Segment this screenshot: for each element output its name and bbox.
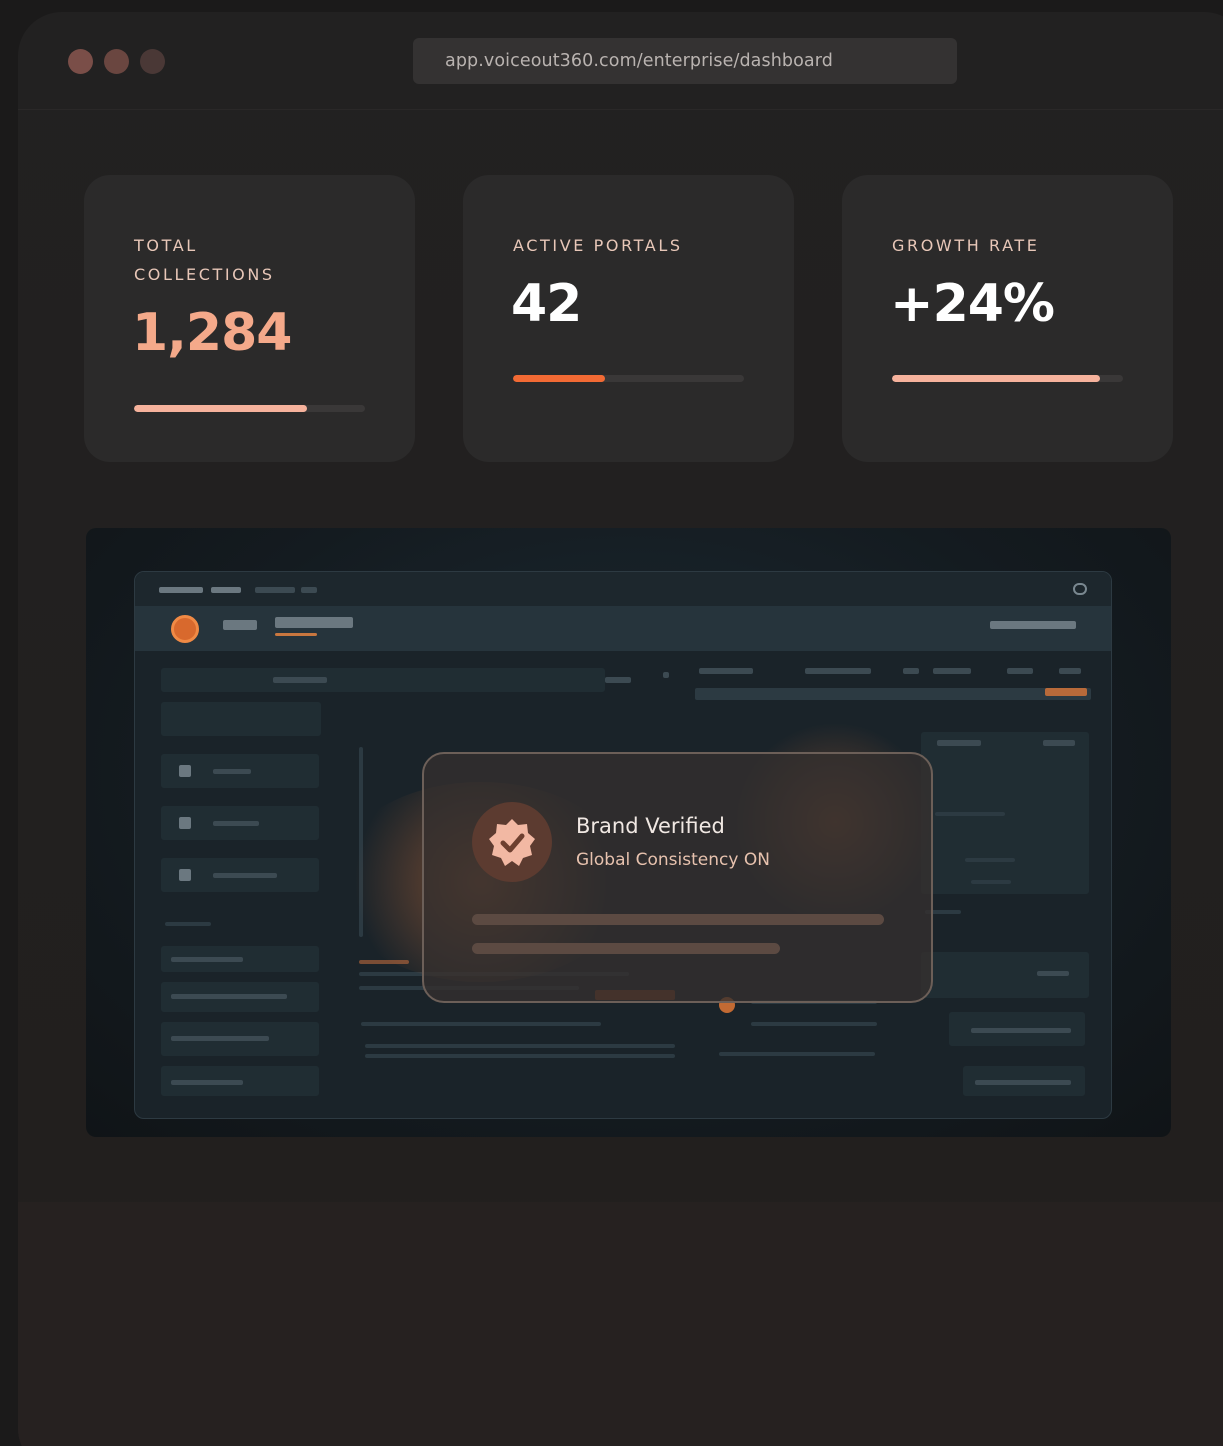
browser-window: app.voiceout360.com/enterprise/dashboard… <box>18 12 1223 1446</box>
stat-value: 1,284 <box>132 303 292 363</box>
close-dot[interactable] <box>68 49 93 74</box>
minimize-dot[interactable] <box>104 49 129 74</box>
preview-logo-icon <box>171 615 199 643</box>
stat-card-growth-rate: GROWTH RATE +24% <box>842 175 1173 462</box>
preview-app-bar <box>135 606 1111 651</box>
verified-badge-icon <box>489 819 535 866</box>
stat-label: ACTIVE PORTALS <box>513 236 683 255</box>
preview-window-icon <box>1073 583 1087 595</box>
stat-value: +24% <box>890 274 1055 334</box>
stat-progress-track <box>134 405 365 412</box>
modal-progress-bar <box>472 943 780 954</box>
stat-value: 42 <box>511 274 582 334</box>
stat-progress-track <box>513 375 744 382</box>
modal-progress-bar <box>472 914 884 925</box>
stat-card-active-portals: ACTIVE PORTALS 42 <box>463 175 794 462</box>
modal-title: Brand Verified <box>576 814 725 838</box>
stat-progress-track <box>892 375 1123 382</box>
stat-label: GROWTH RATE <box>892 236 1040 255</box>
maximize-dot[interactable] <box>140 49 165 74</box>
dashboard-preview: Brand Verified Global Consistency ON <box>86 528 1171 1137</box>
stat-label: TOTAL COLLECTIONS <box>134 236 275 284</box>
stat-progress-fill <box>134 405 308 412</box>
verified-badge <box>472 802 552 882</box>
modal-subtitle: Global Consistency ON <box>576 850 770 870</box>
stat-card-total-collections: TOTAL COLLECTIONS 1,284 <box>84 175 415 462</box>
address-bar[interactable]: app.voiceout360.com/enterprise/dashboard <box>413 38 957 84</box>
preview-top-strip <box>135 572 1111 606</box>
brand-verified-card: Brand Verified Global Consistency ON <box>422 752 933 1003</box>
preview-app-frame: Brand Verified Global Consistency ON <box>134 571 1112 1119</box>
stat-progress-fill <box>892 375 1100 382</box>
browser-titlebar: app.voiceout360.com/enterprise/dashboard <box>18 12 1223 110</box>
window-footer-area <box>18 1202 1223 1446</box>
stat-progress-fill <box>513 375 606 382</box>
